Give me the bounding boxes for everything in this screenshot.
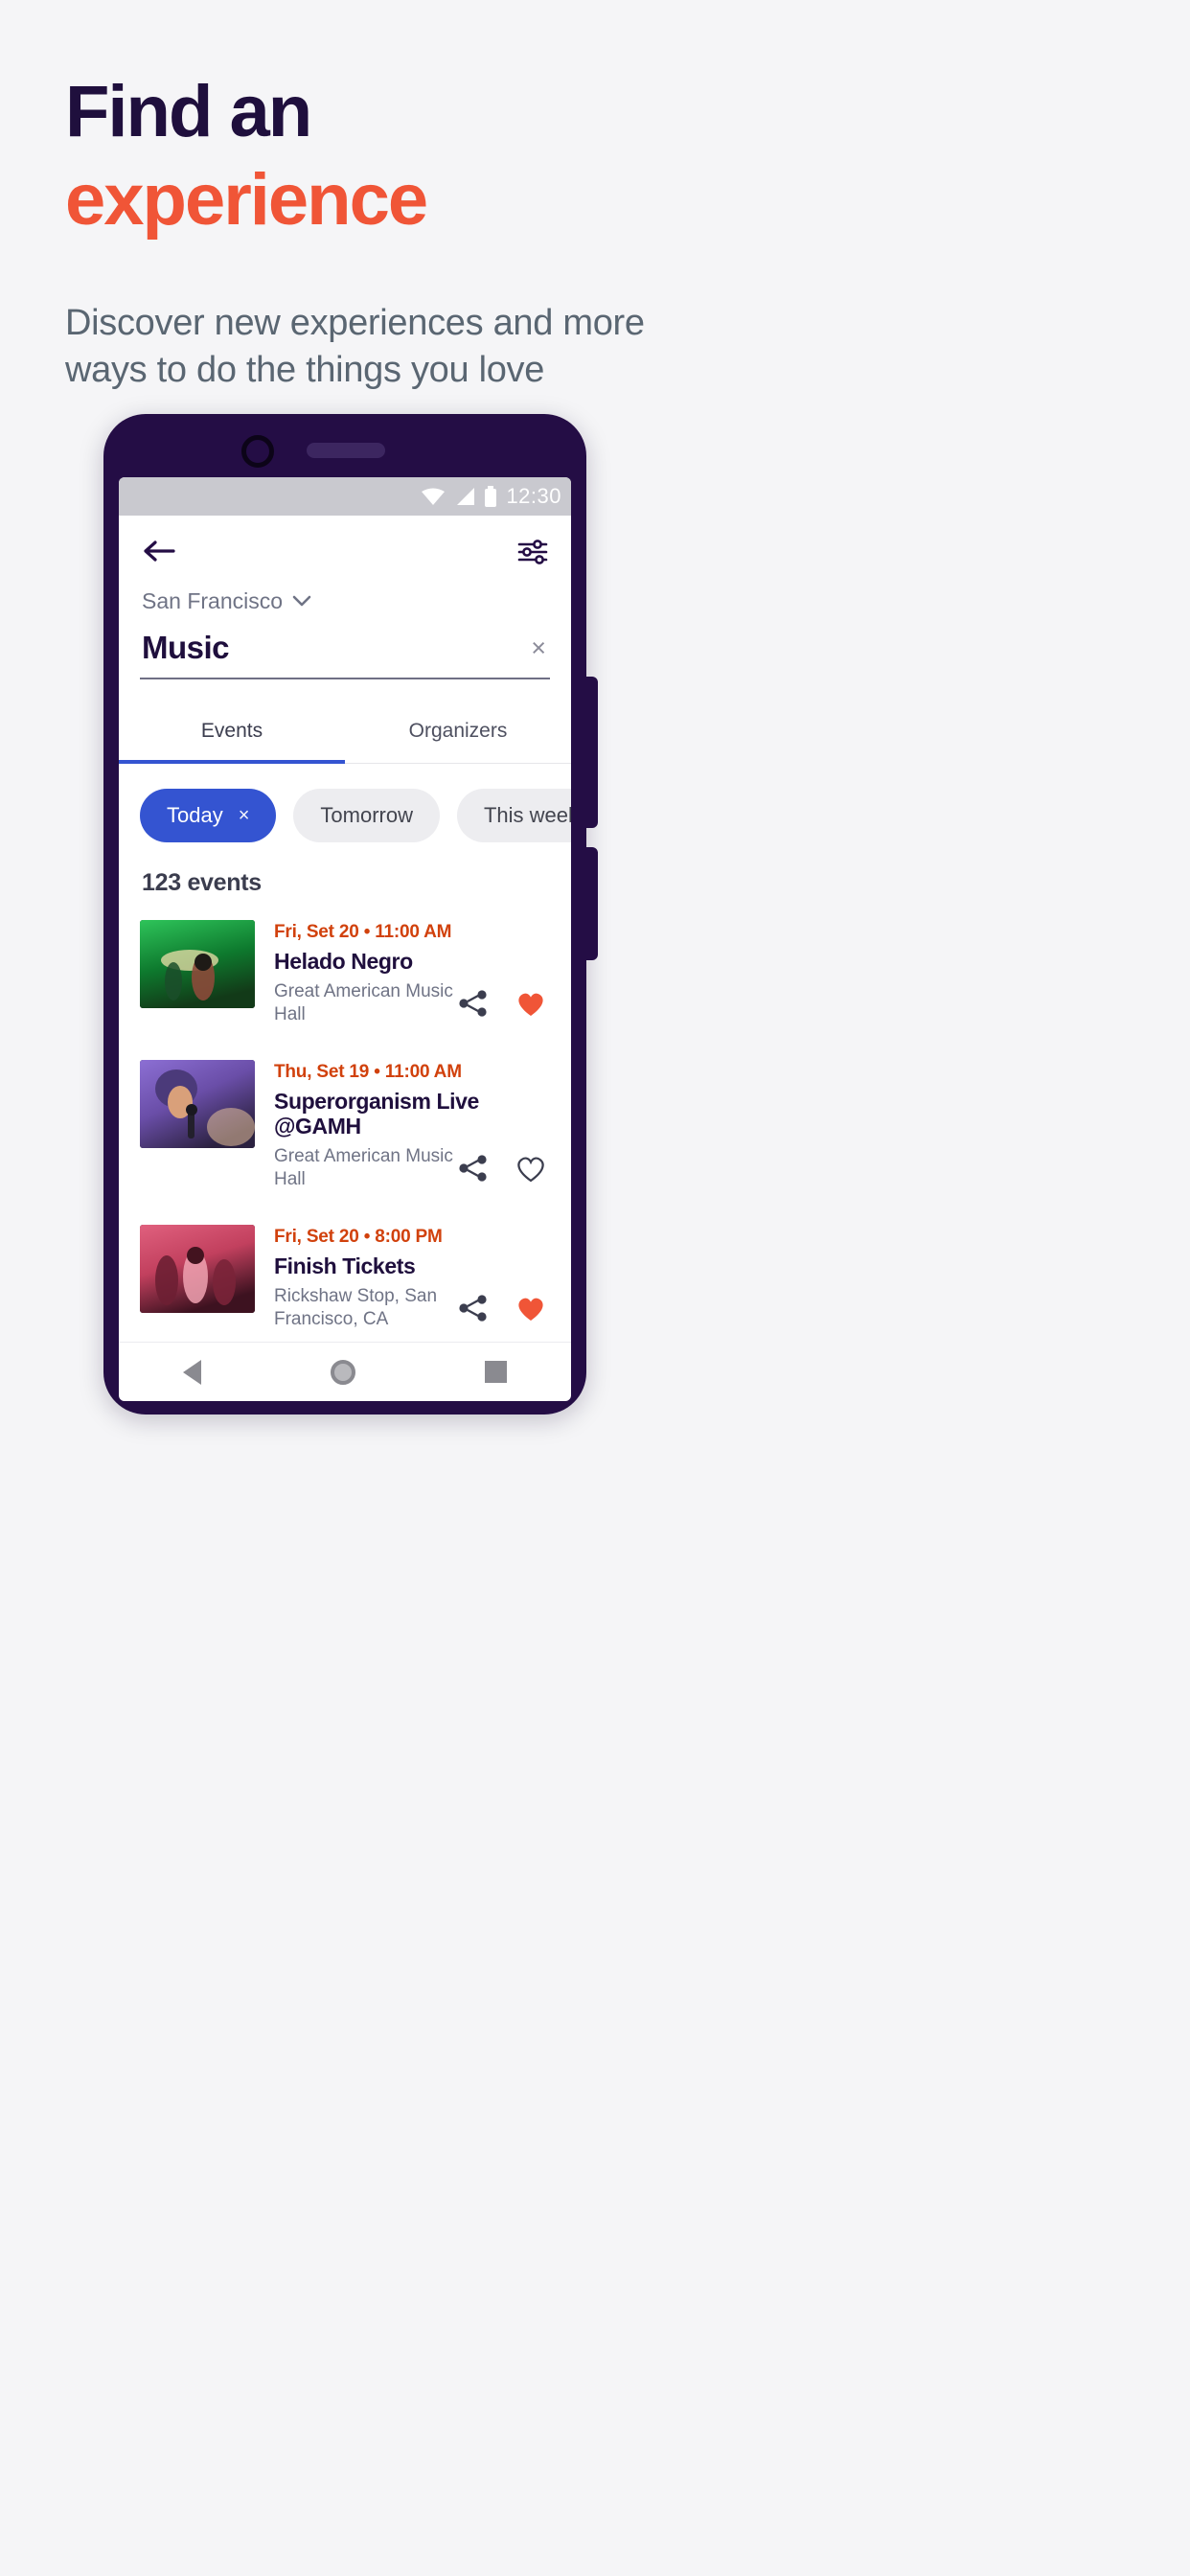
share-icon[interactable] [458,989,489,1018]
like-heart-icon[interactable] [515,1295,546,1322]
event-venue: Rickshaw Stop, San Francisco, CA [274,1285,438,1330]
nav-recents-icon[interactable] [484,1361,507,1383]
phone-mockup: 12:30 San Francisco Music × Events Organ… [103,414,598,1414]
app-topbar [119,516,571,565]
chip-today-label: Today [167,803,223,827]
chip-tomorrow-label: Tomorrow [320,803,413,827]
city-label: San Francisco [142,588,284,613]
front-camera-icon [241,435,274,468]
share-icon[interactable] [458,1294,489,1322]
event-actions [458,1294,546,1322]
android-nav-bar [119,1342,571,1401]
promo-section: Find an experience Discover new experien… [0,0,1190,393]
city-selector[interactable]: San Francisco [119,565,571,614]
event-date: Thu, Set 19 • 11:00 AM [274,1062,462,1083]
nav-home-icon[interactable] [330,1359,355,1385]
like-heart-icon[interactable] [515,1155,546,1183]
event-title: Helado Negro [274,949,413,974]
event-actions [458,1154,546,1183]
app-content: San Francisco Music × Events Organizers … [119,516,571,1347]
phone-side-button-volume [584,677,598,828]
chip-tomorrow[interactable]: Tomorrow [293,789,440,842]
chip-today-remove-icon[interactable]: × [239,805,250,827]
list-item[interactable]: Thu, Set 19 • 11:00 AM Superorganism Liv… [119,1052,571,1217]
clear-search-icon[interactable]: × [531,634,546,661]
event-venue: Great American Music Hall [274,1145,453,1190]
search-input[interactable]: Music × [140,626,550,679]
chip-today[interactable]: Today × [140,789,277,842]
tab-bar: Events Organizers [119,701,571,764]
search-section: Music × [119,614,571,679]
event-thumbnail [140,1225,255,1313]
chevron-down-icon [292,595,311,607]
chip-this-week[interactable]: This week [456,789,571,842]
event-title: Finish Tickets [274,1254,416,1278]
filter-chips: Today × Tomorrow This week [119,764,571,863]
share-icon[interactable] [458,1154,489,1183]
results-count: 123 events [142,869,262,896]
earpiece-speaker [307,443,385,458]
battery-icon [485,486,497,507]
nav-back-icon[interactable] [183,1359,202,1385]
page-title: Find an experience [65,75,1190,237]
wifi-icon [422,488,446,505]
event-venue: Great American Music Hall [274,980,453,1025]
headline-line-1: Find an [65,71,312,152]
search-value: Music [142,630,230,665]
event-list: Fri, Set 20 • 11:00 AM Helado Negro Grea… [119,912,571,1347]
list-item[interactable]: Fri, Set 20 • 11:00 AM Helado Negro Grea… [119,912,571,1052]
event-actions [458,989,546,1018]
tab-organizers[interactable]: Organizers [345,701,571,764]
status-clock: 12:30 [506,484,561,508]
headline-line-2: experience [65,158,428,241]
event-date: Fri, Set 20 • 8:00 PM [274,1227,443,1247]
status-bar: 12:30 [119,477,571,516]
promo-subtitle: Discover new experiences and more ways t… [65,303,645,390]
event-thumbnail [140,1060,255,1149]
phone-screen: 12:30 San Francisco Music × Events Organ… [119,477,571,1347]
chip-this-week-label: This week [483,803,571,827]
event-thumbnail [140,920,255,1008]
phone-side-button-power [584,847,598,960]
back-arrow-icon[interactable] [142,537,176,565]
signal-icon [457,488,475,505]
list-item[interactable]: Fri, Set 20 • 8:00 PM Finish Tickets Ric… [119,1217,571,1347]
filter-sliders-icon[interactable] [517,538,548,564]
event-title: Superorganism Live @GAMH [274,1089,479,1138]
like-heart-icon[interactable] [515,990,546,1018]
event-date: Fri, Set 20 • 11:00 AM [274,922,452,942]
tab-events[interactable]: Events [119,701,345,764]
